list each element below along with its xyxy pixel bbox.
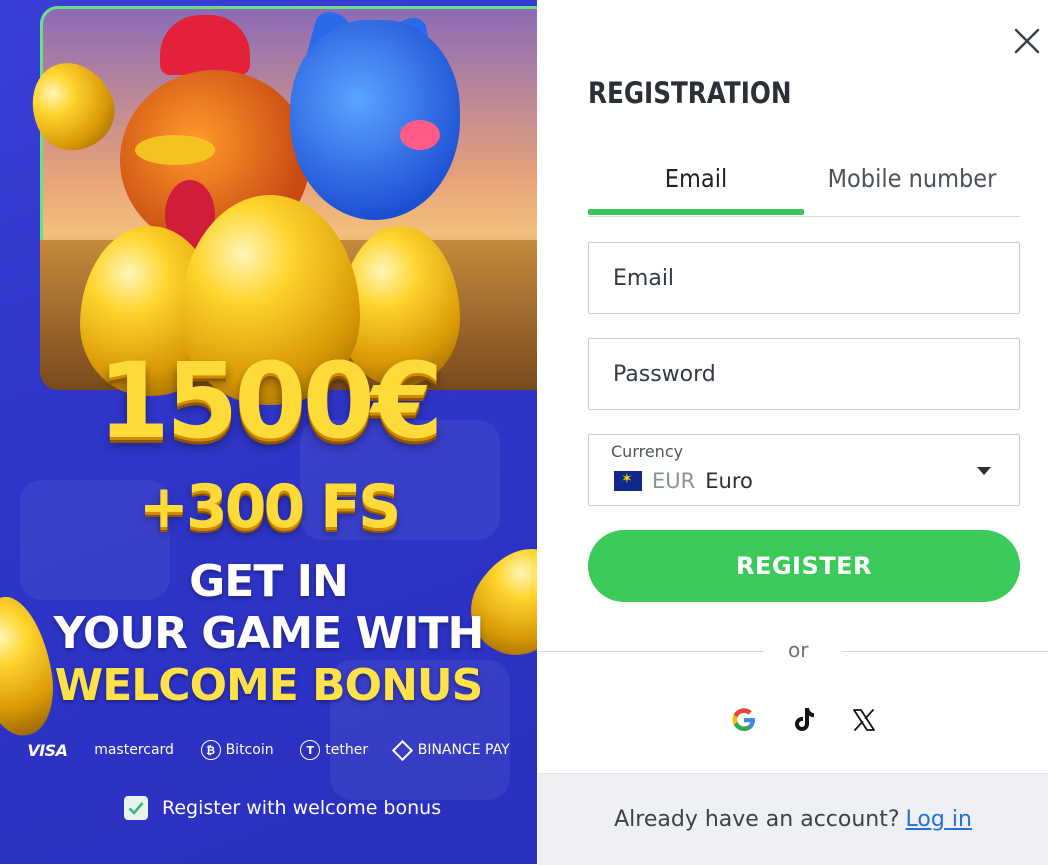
or-divider: or xyxy=(538,636,1048,666)
tether-label: tether xyxy=(325,742,369,758)
divider-line xyxy=(842,651,1048,652)
close-button[interactable] xyxy=(1012,26,1042,56)
x-icon xyxy=(853,709,875,731)
bitcoin-icon: ₿ xyxy=(200,740,221,760)
rooster-beak xyxy=(135,135,215,165)
password-field[interactable] xyxy=(588,338,1020,410)
google-icon xyxy=(732,708,755,731)
page-title: REGISTRATION xyxy=(588,76,792,110)
footer-text: Already have an account? xyxy=(614,807,900,832)
currency-label: Currency xyxy=(611,442,684,461)
currency-name: Euro xyxy=(705,469,753,493)
currency-select[interactable]: Currency EUR Euro xyxy=(588,434,1020,506)
bitcoin-payment: ₿ Bitcoin xyxy=(200,740,274,760)
bonus-amount: 1500€ xyxy=(97,340,444,462)
login-prompt: Already have an account? Log in xyxy=(538,773,1048,865)
email-input[interactable] xyxy=(589,243,1019,313)
payment-methods: VISA mastercard ₿ Bitcoin T tether BINAN… xyxy=(0,739,537,761)
promo-headline-3: WELCOME BONUS xyxy=(54,660,484,711)
register-button[interactable]: REGISTER xyxy=(588,530,1020,602)
tiktok-login-button[interactable] xyxy=(788,704,820,736)
promo-banner: 1500€ +300 FS GET IN YOUR GAME WITH WELC… xyxy=(0,0,537,864)
tether-payment: T tether xyxy=(300,740,368,760)
chevron-down-icon[interactable] xyxy=(977,467,991,475)
google-login-button[interactable] xyxy=(728,704,760,736)
tiktok-icon xyxy=(795,708,814,731)
wolf-tongue xyxy=(400,120,440,150)
welcome-bonus-checkbox[interactable] xyxy=(124,796,148,820)
checkmark-icon xyxy=(128,802,144,815)
tab-mobile-number[interactable]: Mobile number xyxy=(815,160,1009,216)
wolf-illustration xyxy=(290,20,460,220)
currency-value: EUR Euro xyxy=(614,469,753,493)
binance-payment: BINANCE PAY xyxy=(391,739,510,761)
welcome-bonus-option[interactable]: Register with welcome bonus xyxy=(124,796,441,820)
close-icon xyxy=(1014,28,1040,54)
or-text: or xyxy=(788,638,809,662)
binance-label: BINANCE PAY xyxy=(417,742,510,758)
active-tab-indicator xyxy=(588,209,804,215)
eu-flag-icon xyxy=(614,471,642,491)
bonus-free-spins: +300 FS xyxy=(138,472,402,542)
mastercard-logo: mastercard xyxy=(94,742,174,758)
promo-headline-2: YOUR GAME WITH xyxy=(53,608,485,659)
login-link[interactable]: Log in xyxy=(906,807,972,832)
password-input[interactable] xyxy=(589,339,1019,409)
currency-code: EUR xyxy=(652,469,696,493)
bitcoin-label: Bitcoin xyxy=(225,742,274,758)
promo-headline-1: GET IN xyxy=(189,556,349,607)
binance-icon xyxy=(391,739,413,761)
tab-email[interactable]: Email xyxy=(599,160,793,216)
tether-icon: T xyxy=(300,740,321,760)
email-field[interactable] xyxy=(588,242,1020,314)
welcome-bonus-label: Register with welcome bonus xyxy=(162,797,442,819)
x-login-button[interactable] xyxy=(848,704,880,736)
divider-line xyxy=(538,651,764,652)
visa-logo: VISA xyxy=(27,740,68,760)
registration-panel: REGISTRATION Email Mobile number Currenc… xyxy=(538,0,1048,865)
